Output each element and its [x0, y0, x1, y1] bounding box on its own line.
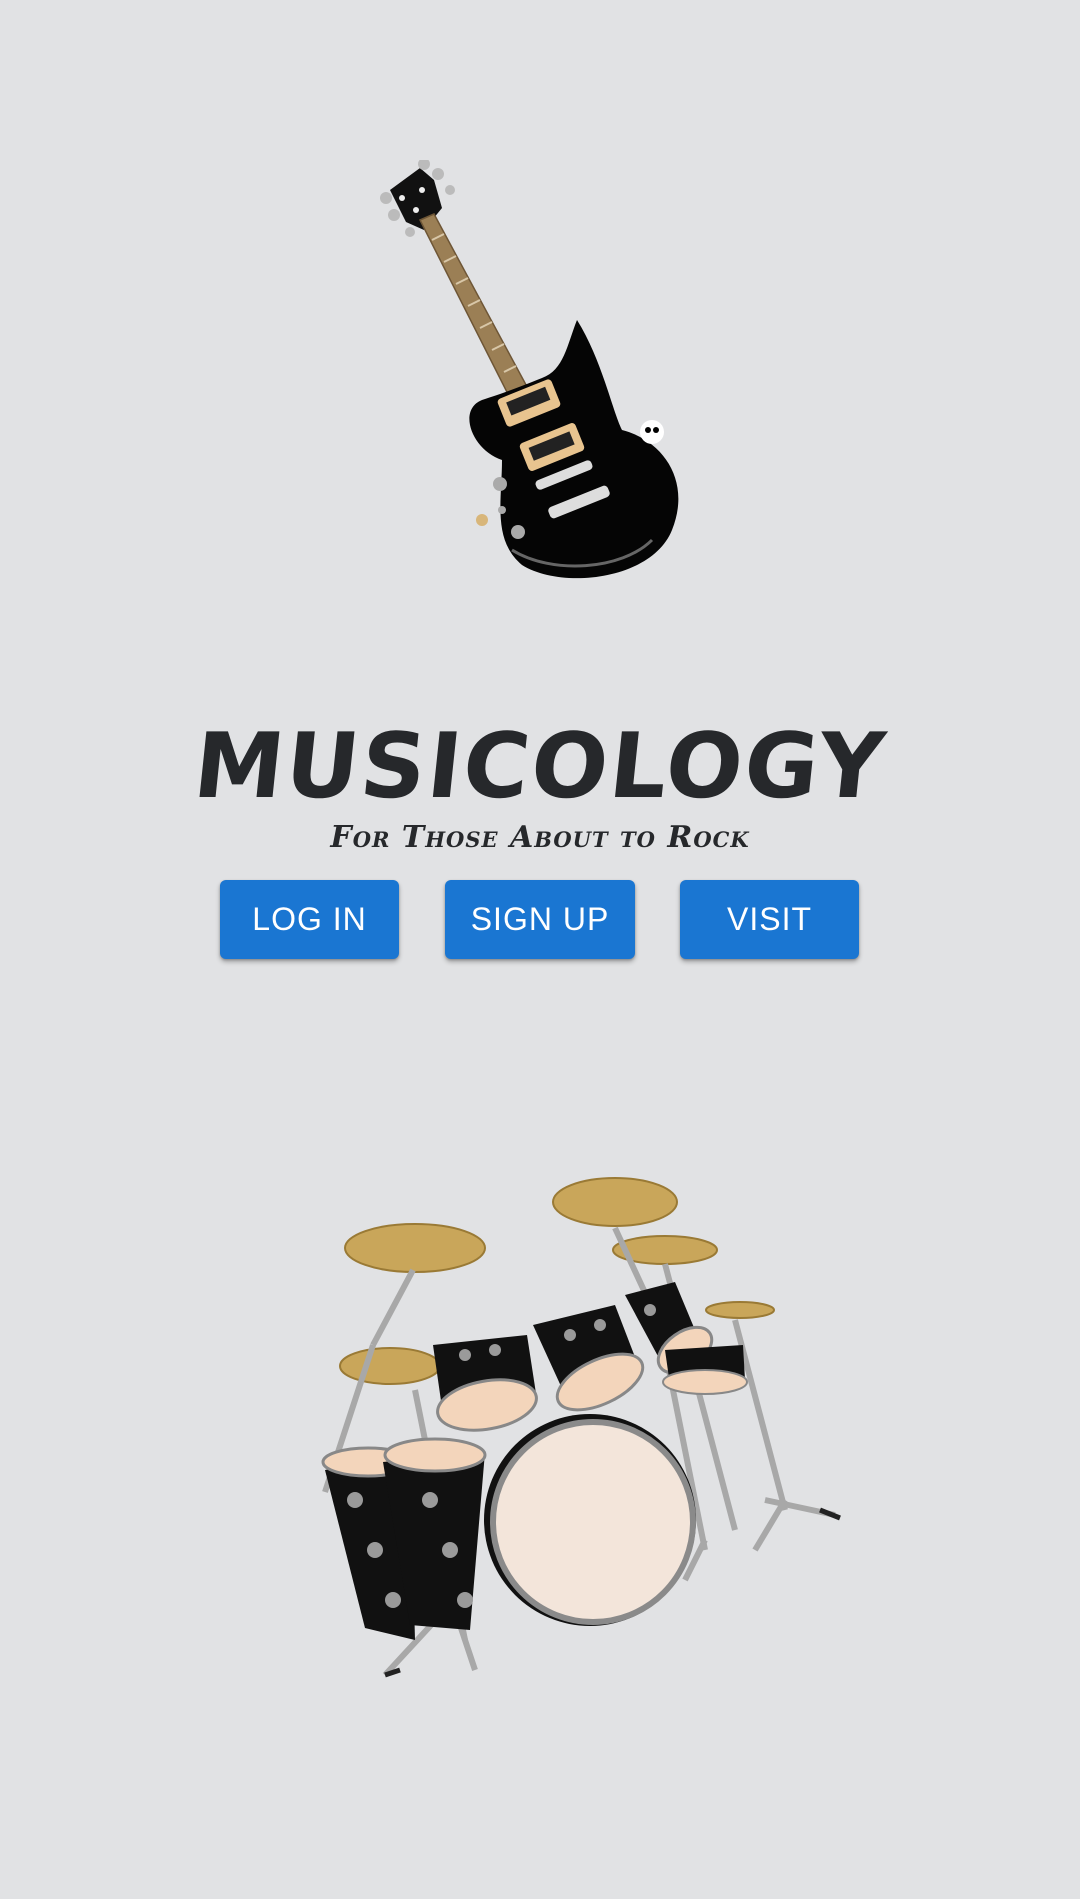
app-tagline: For Those About to Rock — [330, 820, 750, 855]
drum-kit-illustration — [265, 1170, 875, 1690]
login-button[interactable]: LOG IN — [220, 880, 399, 959]
app-title: MUSICOLOGY — [188, 714, 892, 819]
guitar-headstock — [380, 160, 455, 237]
guitar-illustration — [372, 160, 722, 580]
visit-button[interactable]: VISIT — [680, 880, 859, 959]
signup-button[interactable]: SIGN UP — [445, 880, 635, 959]
